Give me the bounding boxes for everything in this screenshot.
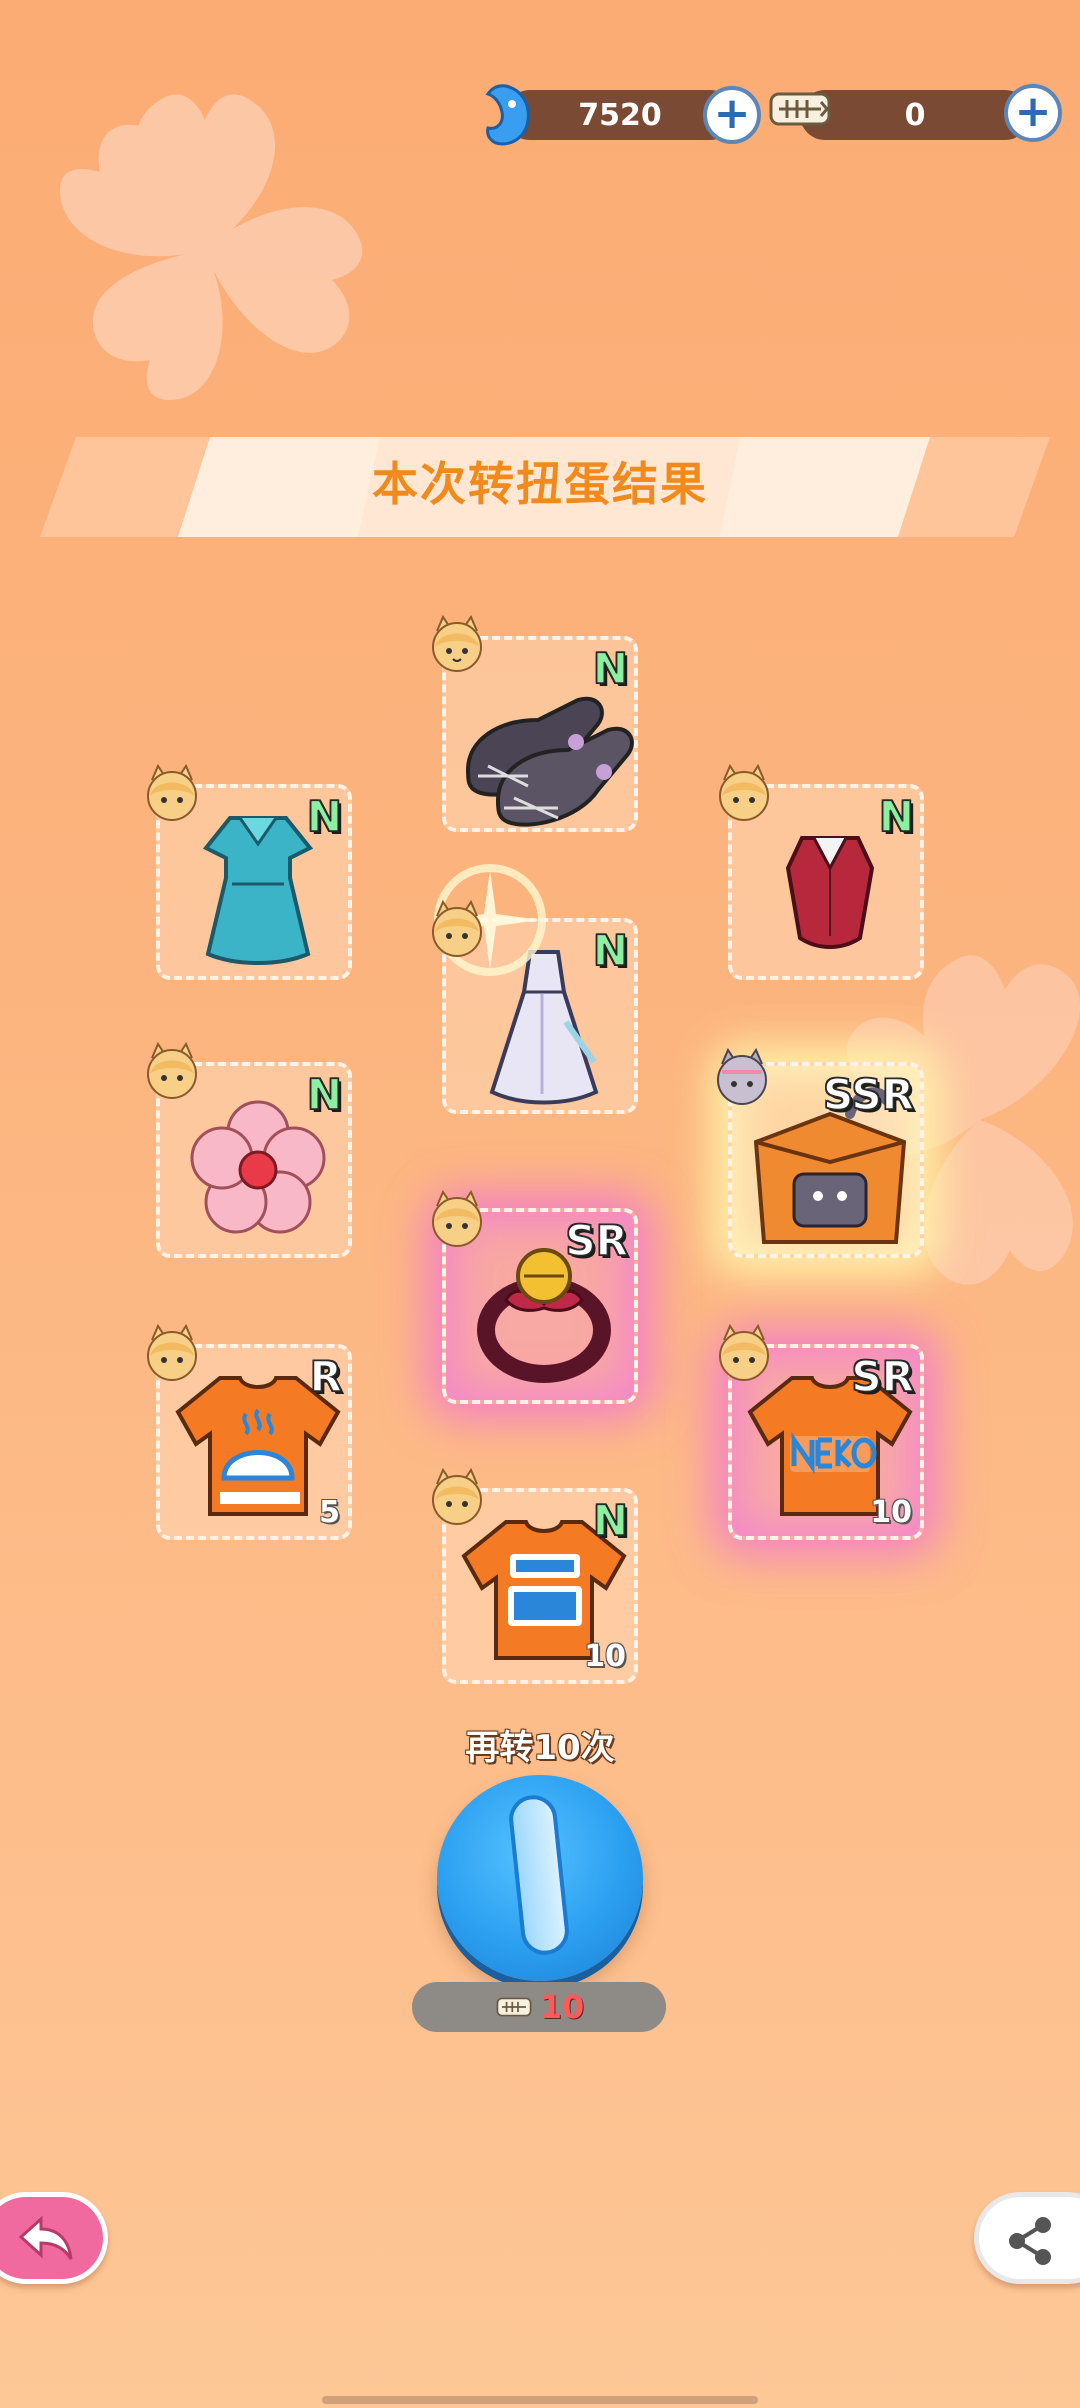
cat-avatar-icon	[719, 763, 769, 821]
home-indicator[interactable]	[322, 2396, 758, 2404]
gem-count: 7520	[578, 97, 662, 133]
item-quantity: 5	[319, 1495, 340, 1530]
rarity-label: N	[592, 926, 629, 975]
rarity-label: SR	[565, 1216, 629, 1265]
cat-avatar-icon	[432, 1189, 482, 1247]
plus-icon: +	[713, 87, 751, 139]
cat-avatar-icon	[432, 614, 482, 672]
gacha-result-screen: 7520 + 0 + 本次转扭蛋结果 N N N N N SSR SR R 5 …	[0, 0, 1080, 2408]
spin-again-label: 再转10次	[465, 1728, 615, 1768]
rarity-label: N	[592, 1496, 629, 1545]
plus-icon: +	[1014, 85, 1052, 137]
cat-avatar-icon	[432, 899, 482, 957]
spin-cost-value: 10	[539, 1988, 585, 2026]
gray-cat-avatar-icon	[717, 1047, 767, 1105]
cat-avatar-icon	[432, 1467, 482, 1525]
rarity-label: N	[306, 792, 343, 841]
cat-avatar-icon	[147, 1323, 197, 1381]
rarity-label: N	[592, 644, 629, 693]
spin-handle-icon	[506, 1792, 572, 1958]
back-button[interactable]	[0, 2192, 108, 2284]
flower-decoration-icon	[60, 94, 363, 400]
fishbone-count: 0	[904, 97, 926, 133]
add-gems-button[interactable]: +	[703, 86, 761, 144]
page-title: 本次转扭蛋结果	[372, 457, 708, 511]
blue-gem-fish-icon	[485, 84, 530, 146]
share-button[interactable]	[974, 2192, 1080, 2284]
rarity-label: SR	[851, 1352, 915, 1401]
rarity-label: N	[878, 792, 915, 841]
cat-avatar-icon	[147, 763, 197, 821]
add-fishbone-button[interactable]: +	[1004, 84, 1062, 142]
spin-cost: 10	[412, 1982, 666, 2032]
rarity-label: N	[306, 1070, 343, 1119]
cat-avatar-icon	[719, 1323, 769, 1381]
rarity-label: SSR	[822, 1070, 914, 1119]
back-arrow-icon	[18, 2215, 73, 2260]
fishbone-ticket-icon	[496, 1997, 532, 2017]
rarity-label: R	[309, 1352, 343, 1401]
cat-avatar-icon	[147, 1041, 197, 1099]
fishbone-ticket-icon	[769, 92, 831, 126]
item-quantity: 10	[584, 1639, 626, 1674]
gem-count-bar: 7520	[505, 90, 735, 140]
item-quantity: 10	[870, 1495, 912, 1530]
spin-again-button[interactable]	[437, 1775, 643, 1981]
share-icon	[1009, 2217, 1051, 2265]
